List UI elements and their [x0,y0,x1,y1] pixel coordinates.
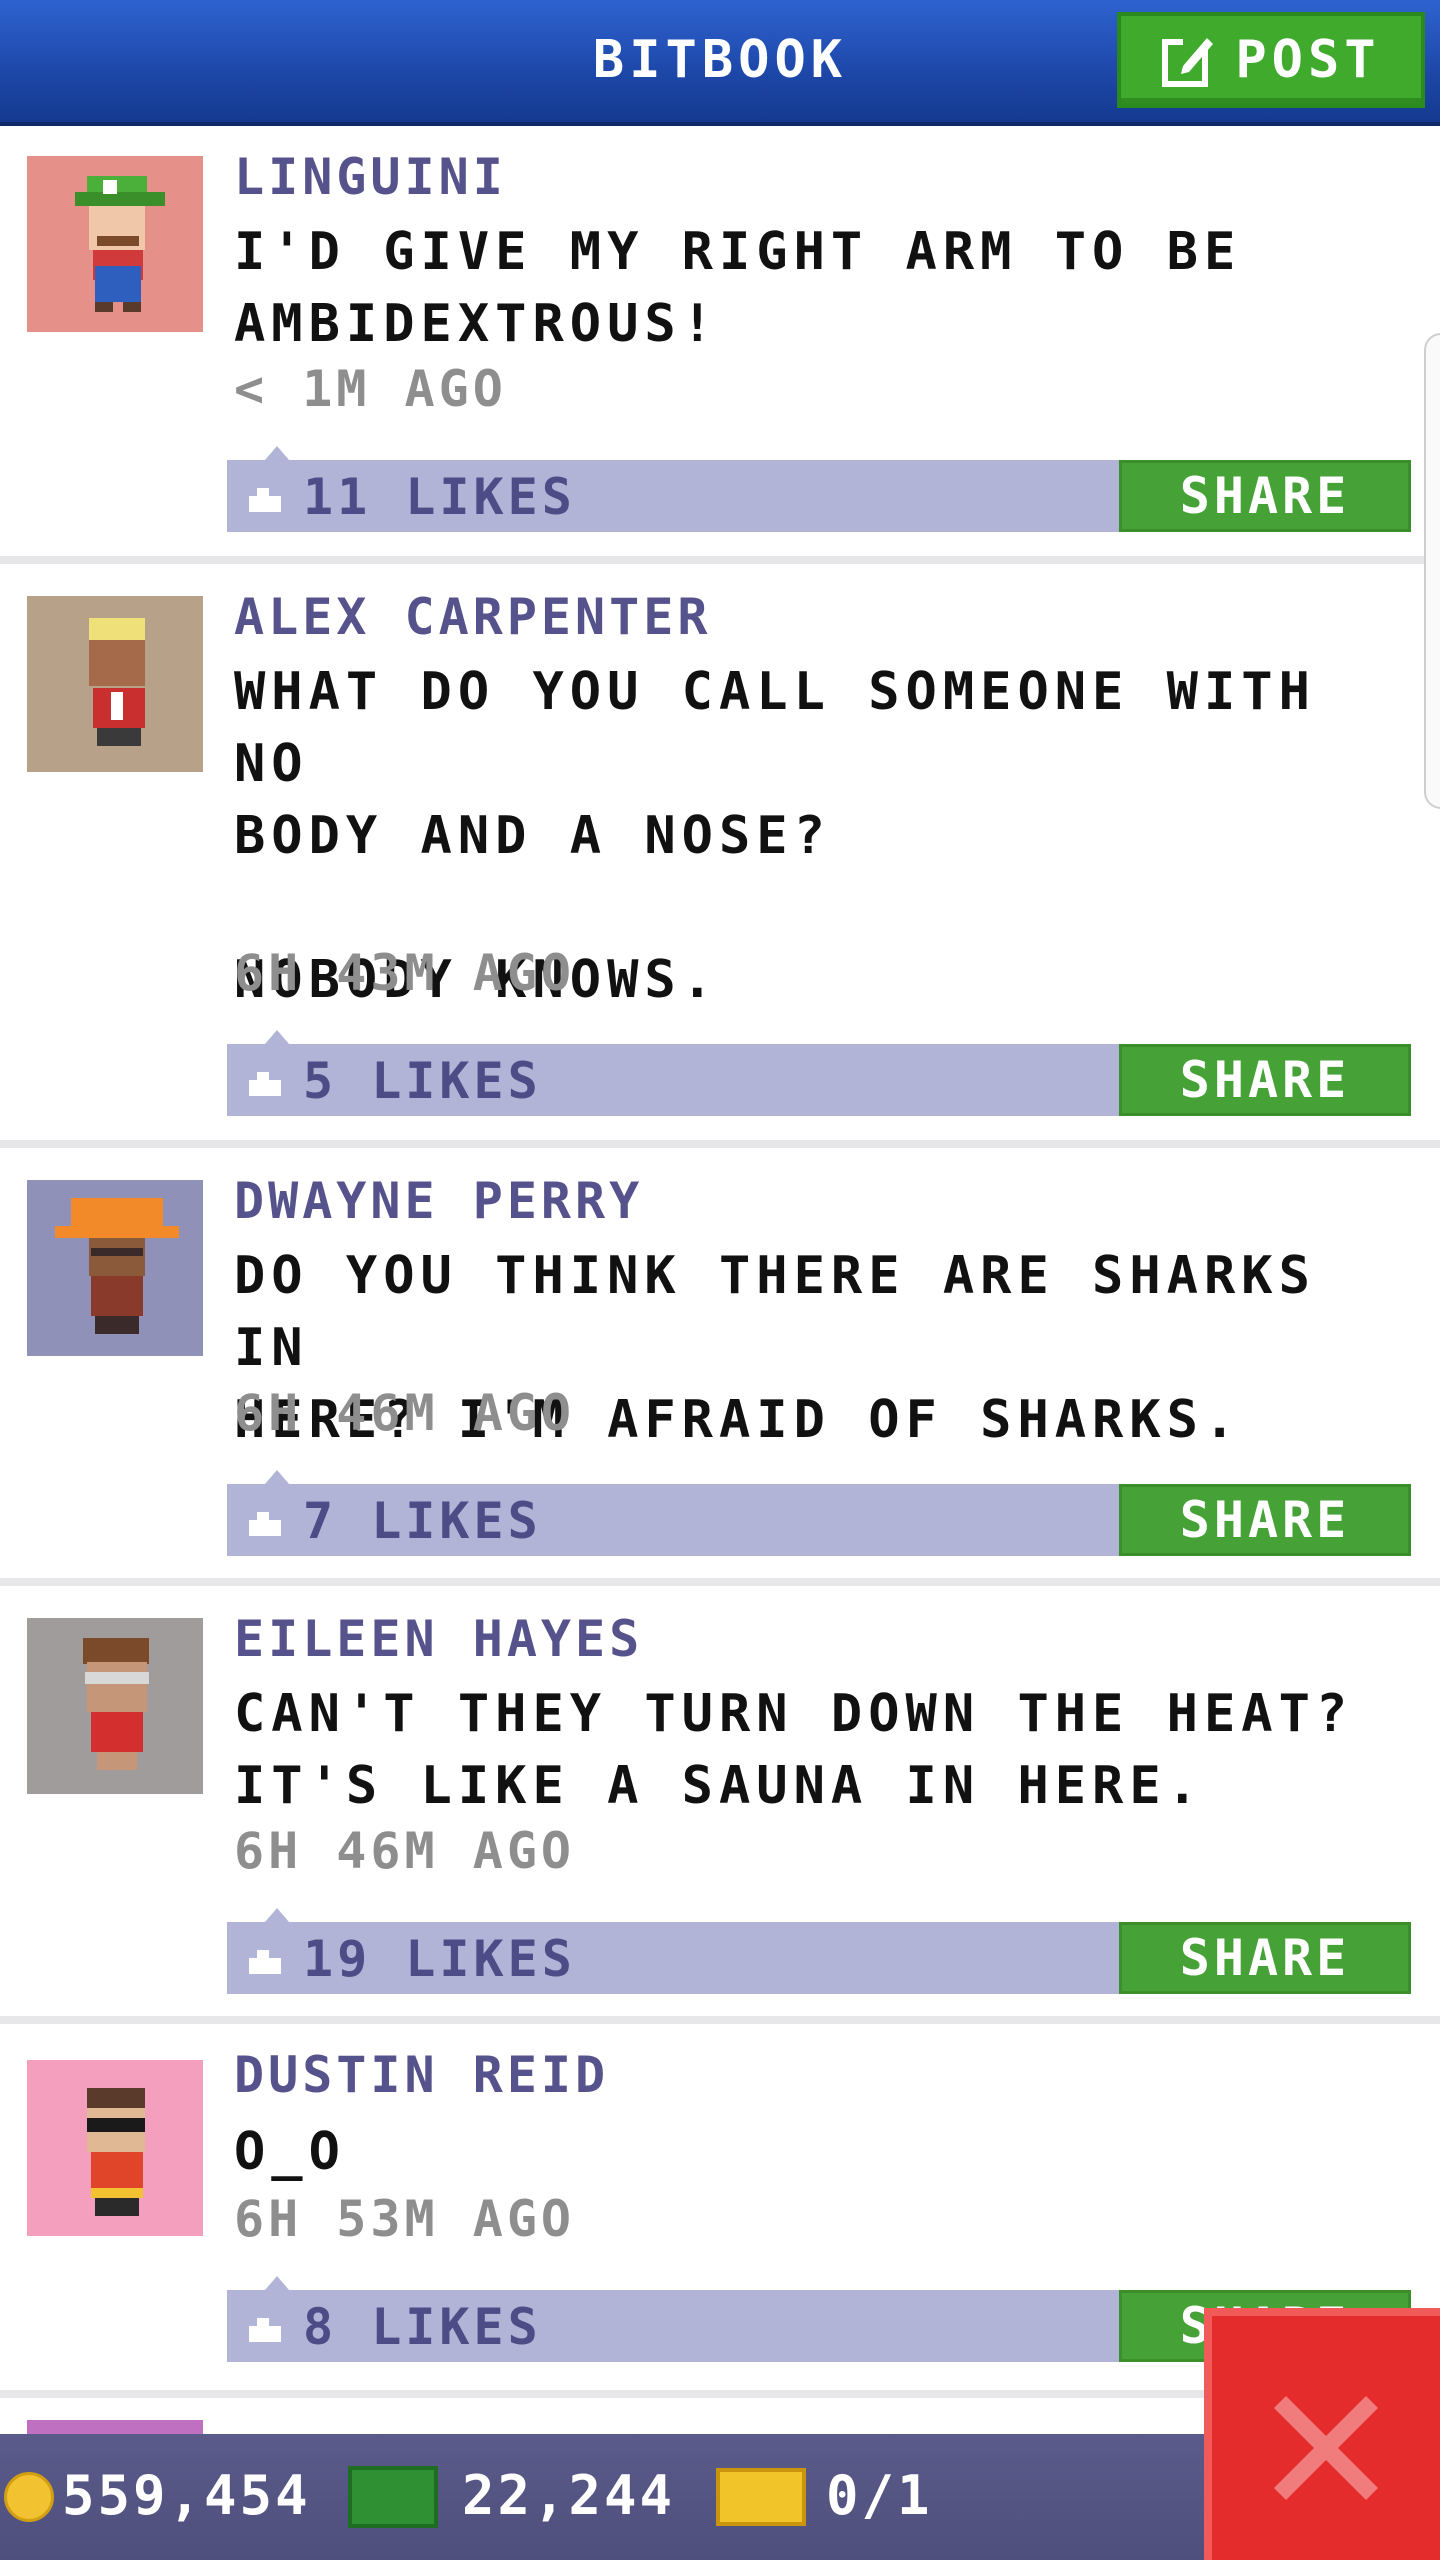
like-bar: 5 LIKES SHARE [227,1030,1411,1116]
app-header: BITBOOK POST [0,0,1440,126]
post-text: I'D GIVE MY RIGHT ARM TO BE AMBIDEXTROUS… [234,222,1242,354]
scroll-indicator[interactable] [1424,333,1440,809]
close-button[interactable] [1204,2308,1440,2560]
post-divider [0,1578,1440,1586]
like-count: 5 LIKES [303,1052,542,1110]
like-count: 11 LIKES [303,468,576,526]
coin-icon [4,2472,54,2522]
avatar [27,1180,203,1356]
like-bar: 19 LIKES SHARE [227,1908,1411,1994]
post-time: < 1M AGO [234,360,507,418]
feed-post: ALEX CARPENTER WHAT DO YOU CALL SOMEONE … [0,564,1440,1140]
post-time: 6H 43M AGO [234,944,576,1002]
post-author[interactable]: EILEEN HAYES [234,1610,643,1668]
feed-post: EILEEN HAYES CAN'T THEY TURN DOWN THE HE… [0,1586,1440,2016]
share-button[interactable]: SHARE [1119,1484,1411,1556]
avatar [27,596,203,772]
ticket-icon [716,2468,806,2526]
post-divider [0,1140,1440,1148]
share-button[interactable]: SHARE [1119,460,1411,532]
post-author[interactable]: DUSTIN REID [234,2046,609,2104]
avatar [27,1618,203,1794]
post-time: 6H 46M AGO [234,1822,576,1880]
post-time: 6H 53M AGO [234,2190,576,2248]
post-time: 6H 46M AGO [234,1384,576,1442]
thumbs-up-icon[interactable] [247,1942,283,1976]
share-button[interactable]: SHARE [1119,1922,1411,1994]
bux-icon [348,2466,438,2528]
thumbs-up-icon[interactable] [247,1504,283,1538]
bux-balance: 22,244 [462,2464,676,2527]
coin-balance: 559,454 [62,2464,311,2527]
post-author[interactable]: DWAYNE PERRY [234,1172,643,1230]
close-icon [1274,2396,1378,2500]
like-bar: 7 LIKES SHARE [227,1470,1411,1556]
post-text: CAN'T THEY TURN DOWN THE HEAT? IT'S LIKE… [234,1684,1354,1816]
thumbs-up-icon[interactable] [247,2310,283,2344]
post-button[interactable]: POST [1117,12,1425,108]
share-button[interactable]: SHARE [1119,1044,1411,1116]
post-divider [0,2016,1440,2024]
avatar [27,156,203,332]
avatar [27,2060,203,2236]
like-count: 7 LIKES [303,1492,542,1550]
post-divider [0,556,1440,564]
post-text: O_O [234,2122,346,2182]
like-count: 8 LIKES [303,2298,542,2356]
thumbs-up-icon[interactable] [247,480,283,514]
post-button-label: POST [1235,30,1381,90]
like-count: 19 LIKES [303,1930,576,1988]
post-author[interactable]: LINGUINI [234,148,507,206]
ticket-count: 0/1 [826,2464,933,2527]
like-bar: 11 LIKES SHARE [227,446,1411,532]
feed-post: DWAYNE PERRY DO YOU THINK THERE ARE SHAR… [0,1148,1440,1578]
avatar [27,2420,203,2434]
feed-post: LINGUINI I'D GIVE MY RIGHT ARM TO BE AMB… [0,126,1440,556]
compose-icon [1162,36,1214,87]
thumbs-up-icon[interactable] [247,1064,283,1098]
post-author[interactable]: ALEX CARPENTER [234,588,711,646]
